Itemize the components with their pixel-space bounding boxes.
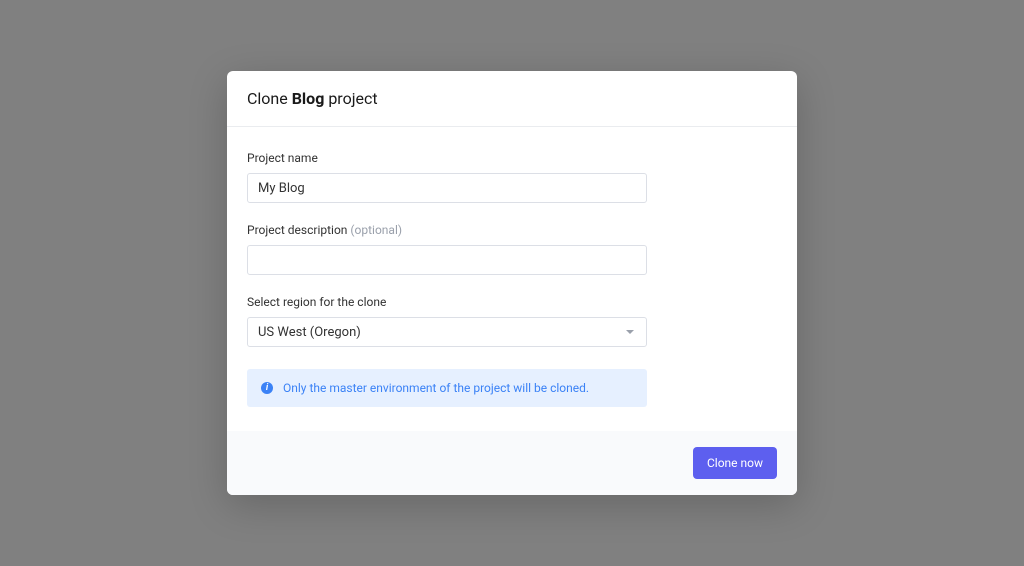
region-select-wrapper: US West (Oregon) [247, 317, 647, 347]
modal-title: Clone Blog project [247, 89, 777, 108]
region-group: Select region for the clone US West (Ore… [247, 295, 777, 347]
project-name-group: Project name [247, 151, 777, 203]
project-description-input[interactable] [247, 245, 647, 275]
info-banner: i Only the master environment of the pro… [247, 369, 647, 407]
modal-body: Project name Project description (option… [227, 127, 797, 431]
title-suffix: project [324, 89, 377, 108]
optional-label: (optional) [350, 223, 402, 237]
chevron-down-icon [626, 330, 634, 334]
project-description-group: Project description (optional) [247, 223, 777, 275]
info-message: Only the master environment of the proje… [283, 381, 589, 395]
title-prefix: Clone [247, 89, 292, 108]
region-label: Select region for the clone [247, 295, 777, 309]
region-selected-value: US West (Oregon) [258, 325, 361, 340]
region-select[interactable]: US West (Oregon) [247, 317, 647, 347]
description-label-text: Project description [247, 223, 350, 237]
modal-footer: Clone now [227, 431, 797, 495]
modal-header: Clone Blog project [227, 71, 797, 127]
clone-project-modal: Clone Blog project Project name Project … [227, 71, 797, 495]
clone-now-button[interactable]: Clone now [693, 447, 777, 479]
info-icon: i [261, 382, 273, 394]
project-name-label: Project name [247, 151, 777, 165]
title-strong: Blog [292, 89, 325, 108]
project-name-input[interactable] [247, 173, 647, 203]
project-description-label: Project description (optional) [247, 223, 777, 237]
